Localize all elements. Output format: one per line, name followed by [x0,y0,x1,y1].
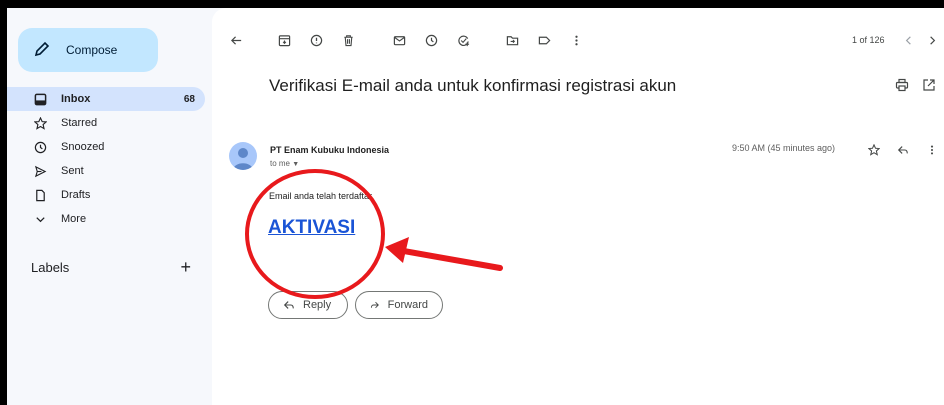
recipient-details[interactable]: to me ▼ [270,159,299,168]
print-button[interactable] [895,78,909,97]
sidebar-item-label: Drafts [61,189,91,201]
sidebar-item-label: Inbox [61,93,91,105]
add-label-button[interactable]: + [180,258,191,276]
folder-move-icon [506,35,518,45]
report-spam-button[interactable] [306,30,326,50]
compose-label: Compose [66,43,118,57]
forward-label: Forward [387,299,428,311]
mark-unread-button[interactable] [389,30,409,50]
trash-icon [343,34,353,46]
star-message-button[interactable] [866,142,882,158]
pager-count: 1 of 126 [852,35,885,45]
label-button[interactable] [534,30,554,50]
open-in-new-icon [923,79,935,91]
compose-button[interactable]: Compose [18,28,158,72]
reply-icon [283,301,294,309]
star-icon [33,116,47,130]
sidebar-item-more[interactable]: More [7,207,205,231]
sidebar-item-drafts[interactable]: Drafts [7,183,205,207]
sidebar-nav: Inbox 68 Starred Snoozed Sent Drafts Mor… [7,87,205,231]
clock-icon [425,34,437,46]
more-vert-icon [574,35,578,45]
sidebar-item-label: More [61,213,87,225]
add-task-icon [457,35,469,46]
chevron-down-icon [33,212,47,226]
snooze-button[interactable] [421,30,441,50]
inbox-count-badge: 68 [183,93,195,105]
move-to-button[interactable] [502,30,522,50]
sidebar-item-starred[interactable]: Starred [7,111,205,135]
star-icon [868,144,880,156]
draft-file-icon [33,188,47,202]
alert-icon [310,34,322,46]
email-body-text: Email anda telah terdaftar [269,191,373,201]
sidebar-item-sent[interactable]: Sent [7,159,205,183]
activation-link[interactable]: AKTIVASI [268,217,355,239]
newer-button[interactable] [898,30,918,50]
pencil-icon [34,41,50,60]
message-timestamp: 9:50 AM (45 minutes ago) [732,143,836,153]
more-options-button[interactable] [566,30,586,50]
avatar[interactable] [229,142,257,170]
send-icon [33,164,47,178]
chevron-right-icon [929,35,935,45]
sidebar-item-label: Snoozed [61,141,105,153]
delete-button[interactable] [338,30,358,50]
reply-button[interactable]: Reply [268,291,348,319]
sidebar-item-snoozed[interactable]: Snoozed [7,135,205,159]
back-button[interactable] [226,30,246,50]
sidebar-item-inbox[interactable]: Inbox 68 [7,87,205,111]
sidebar-item-label: Starred [61,117,98,129]
archive-button[interactable] [274,30,294,50]
forward-icon [370,301,379,309]
arrow-left-icon [230,35,241,45]
caret-down-icon: ▼ [292,161,300,168]
person-icon [233,148,253,170]
print-icon [895,78,909,92]
reply-icon [897,146,908,154]
message-more-button[interactable] [924,142,940,158]
sender-name[interactable]: PT Enam Kubuku Indonesia [270,145,389,155]
clock-icon [33,140,47,154]
add-to-tasks-button[interactable] [453,30,473,50]
email-subject: Verifikasi E-mail anda untuk konfirmasi … [269,76,677,95]
labels-heading: Labels [31,259,70,275]
sidebar: Compose Inbox 68 Starred Snoozed Sent Dr… [7,8,212,405]
sidebar-item-label: Sent [61,165,84,177]
mail-icon [393,35,405,45]
label-icon [538,36,550,44]
reply-label: Reply [303,299,332,311]
inbox-icon [33,92,47,106]
chevron-left-icon [905,35,911,45]
message-view: 1 of 126 Verifikasi E-mail anda untuk ko… [212,8,944,405]
message-toolbar: 1 of 126 [212,28,944,54]
recipient-label: to me [270,159,291,168]
older-button[interactable] [922,30,942,50]
forward-button[interactable]: Forward [355,291,443,319]
more-vert-icon [930,145,934,155]
archive-icon [278,34,290,46]
gmail-window: Compose Inbox 68 Starred Snoozed Sent Dr… [7,8,944,405]
open-new-window-button[interactable] [922,78,936,97]
labels-section: Labels + [31,258,191,276]
reply-icon-button[interactable] [895,142,911,158]
